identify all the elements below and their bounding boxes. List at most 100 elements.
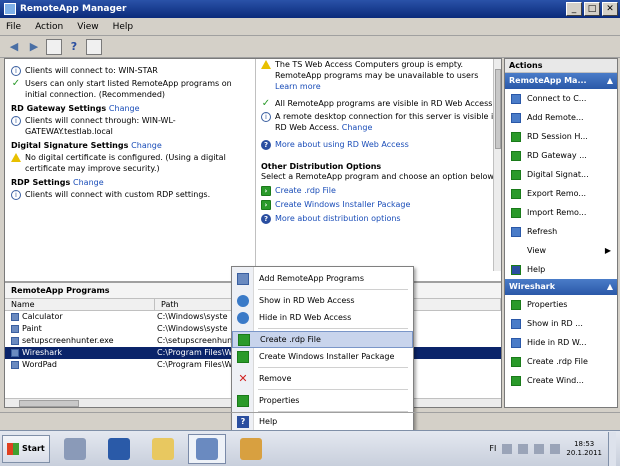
taskbar-explorer[interactable]: [144, 434, 182, 464]
minimize-button[interactable]: _: [566, 2, 582, 16]
action-refresh[interactable]: Refresh: [505, 222, 617, 241]
visible-in-web-text: All RemoteApp programs are visible in RD…: [275, 99, 495, 108]
action-view[interactable]: View ▶: [505, 241, 617, 260]
menu-item-properties[interactable]: Properties: [232, 392, 413, 409]
network-icon[interactable]: [518, 443, 529, 454]
more-web-access-link[interactable]: More about using RD Web Access: [275, 139, 409, 150]
column-header-name[interactable]: Name: [5, 299, 155, 310]
actions-group-wireshark[interactable]: Wireshark ▲: [505, 279, 617, 295]
action-properties[interactable]: Properties: [505, 295, 617, 314]
connect-to-text: Clients will connect to: WIN-STAR: [25, 66, 158, 75]
submenu-arrow-icon: ▶: [604, 246, 611, 255]
start-button[interactable]: Start: [2, 434, 50, 463]
check-icon: ✓: [261, 98, 271, 109]
taskbar: Start FI 18:53 20.1.2011: [0, 430, 620, 466]
action-rd-session-host[interactable]: RD Session H...: [505, 127, 617, 146]
action-create-rdp[interactable]: Create .rdp File: [505, 352, 617, 371]
menu-help[interactable]: Help: [113, 22, 134, 32]
help-icon[interactable]: ?: [66, 39, 82, 55]
program-name: Wireshark: [22, 348, 63, 357]
taskbar-server-manager[interactable]: [56, 434, 94, 464]
listed-programs-text: Users can only start listed RemoteApp pr…: [25, 79, 232, 99]
menu-file[interactable]: File: [6, 22, 21, 32]
tray-icon[interactable]: [502, 443, 513, 454]
info-icon: i: [11, 116, 21, 126]
globe-icon: [511, 318, 521, 329]
add-programs-icon: [237, 272, 249, 285]
help-icon: ?: [261, 140, 271, 150]
language-indicator[interactable]: FI: [489, 444, 496, 453]
menu-bar: File Action View Help: [0, 18, 620, 36]
program-path: C:\Windows\syste: [157, 324, 228, 333]
action-show-in-web[interactable]: Show in RD ...: [505, 314, 617, 333]
volume-icon[interactable]: [550, 443, 561, 454]
menu-item-create-installer[interactable]: Create Windows Installer Package: [232, 348, 413, 365]
menu-action[interactable]: Action: [35, 22, 63, 32]
arrow-go-icon: [511, 169, 521, 180]
info-icon: i: [261, 112, 271, 122]
remote-change-link[interactable]: Change: [342, 123, 373, 132]
collapse-icon[interactable]: ▲: [607, 73, 613, 89]
action-export[interactable]: Export Remo...: [505, 184, 617, 203]
action-hide-in-web[interactable]: Hide in RD W...: [505, 333, 617, 352]
taskbar-powershell[interactable]: [100, 434, 138, 464]
action-pane-icon[interactable]: [86, 38, 102, 55]
arrow-go-icon: [511, 207, 521, 218]
close-button[interactable]: ✕: [602, 2, 618, 16]
signature-text: No digital certificate is configured. (U…: [25, 153, 226, 173]
gateway-change-link[interactable]: Change: [109, 104, 140, 113]
taskbar-remoteapp-manager[interactable]: [188, 433, 226, 464]
clock[interactable]: 18:53 20.1.2011: [566, 440, 602, 458]
paint-icon: [11, 325, 19, 333]
wordpad-icon: [11, 361, 19, 369]
actions-group-remoteapp[interactable]: RemoteApp Ma... ▲: [505, 73, 617, 89]
gateway-section-title: RD Gateway Settings Change: [11, 104, 140, 113]
system-tray: FI 18:53 20.1.2011: [489, 431, 620, 466]
forward-arrow-icon[interactable]: ▶: [26, 39, 42, 55]
arrow-go-icon: [511, 356, 521, 367]
collapse-icon[interactable]: ▲: [607, 279, 613, 295]
help-icon: [511, 264, 521, 275]
menu-item-show-in-web[interactable]: Show in RD Web Access: [232, 292, 413, 309]
remoteapp-icon: [196, 437, 218, 460]
action-rd-gateway[interactable]: RD Gateway ...: [505, 146, 617, 165]
column-divider: [255, 59, 256, 274]
menu-view[interactable]: View: [77, 22, 98, 32]
more-distribution-link[interactable]: More about distribution options: [275, 213, 401, 224]
taskbar-paint[interactable]: [232, 434, 270, 464]
show-hide-tree-icon[interactable]: [46, 38, 62, 55]
help-icon: ?: [237, 415, 249, 428]
program-name: Paint: [22, 324, 42, 333]
action-create-windows-installer[interactable]: Create Wind...: [505, 371, 617, 390]
other-options-description: Select a RemoteApp program and choose an…: [261, 172, 496, 181]
learn-more-link[interactable]: Learn more: [275, 82, 321, 91]
signature-change-link[interactable]: Change: [131, 141, 162, 150]
create-rdp-link[interactable]: Create .rdp File: [275, 185, 336, 196]
rdp-change-link[interactable]: Change: [73, 178, 104, 187]
menu-item-hide-in-web[interactable]: Hide in RD Web Access: [232, 309, 413, 326]
action-digital-signature[interactable]: Digital Signat...: [505, 165, 617, 184]
create-msi-link[interactable]: Create Windows Installer Package: [275, 199, 410, 210]
action-import[interactable]: Import Remo...: [505, 203, 617, 222]
menu-item-remove[interactable]: ✕ Remove: [232, 370, 413, 387]
arrow-go-icon: [511, 375, 521, 386]
action-add-remoteapp[interactable]: Add Remote...: [505, 108, 617, 127]
menu-item-add-programs[interactable]: Add RemoteApp Programs: [232, 270, 413, 287]
other-options-title: Other Distribution Options: [261, 162, 382, 171]
installer-icon: [237, 350, 249, 363]
action-help[interactable]: Help: [505, 260, 617, 279]
clock-date: 20.1.2011: [566, 448, 602, 457]
back-arrow-icon[interactable]: ◀: [6, 39, 22, 55]
action-connect[interactable]: Connect to C...: [505, 89, 617, 108]
overview-scrollbar[interactable]: [493, 59, 501, 271]
flag-icon[interactable]: [534, 443, 545, 454]
web-access-warning-text: The TS Web Access Computers group is emp…: [275, 60, 479, 91]
program-name: Calculator: [22, 312, 63, 321]
menu-item-create-rdp[interactable]: Create .rdp File: [232, 331, 413, 348]
globe-icon: [237, 294, 249, 307]
window-title: RemoteApp Manager: [20, 4, 127, 14]
check-icon: ✓: [11, 78, 21, 89]
rdp-file-icon: [238, 333, 250, 346]
show-desktop-button[interactable]: [608, 431, 616, 466]
maximize-button[interactable]: □: [584, 2, 600, 16]
